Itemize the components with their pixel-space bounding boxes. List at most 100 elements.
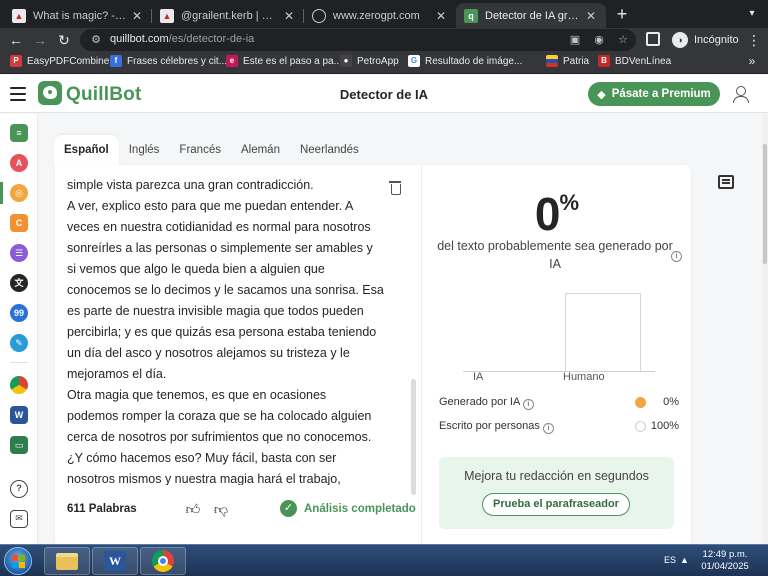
legend-human-dot: [635, 421, 646, 432]
camera-blocked-icon[interactable]: ▣: [568, 33, 582, 47]
brand-name[interactable]: QuillBot: [66, 84, 141, 106]
language-tabs: Español Inglés Francés Alemán Neerlandés: [54, 135, 369, 165]
text-editor[interactable]: simple vista parezca una gran contradicc…: [67, 175, 385, 485]
reload-icon[interactable]: ↻: [54, 30, 74, 50]
translator-icon[interactable]: 文: [10, 274, 28, 292]
browser-tab-1[interactable]: ▲ What is magic? - ¿Qué es ✕: [4, 3, 152, 28]
legend-ai-label: Generado por IA i: [439, 396, 534, 410]
explorer-taskbar-button[interactable]: [44, 547, 90, 575]
word-taskbar-button[interactable]: W: [92, 547, 138, 575]
promo-text: Mejora tu redacción en segundos: [464, 469, 649, 483]
citation-generator-icon[interactable]: 99: [10, 304, 28, 322]
editor-line: percibirla; y es que quizás esa persona …: [67, 325, 377, 339]
system-clock[interactable]: 12:49 p.m. 01/04/2025: [692, 549, 758, 573]
app-header: QuillBot Detector de IA ◆ Pásate a Premi…: [0, 75, 768, 113]
more-bookmarks-icon[interactable]: »: [744, 54, 760, 68]
detector-card: simple vista parezca una gran contradicc…: [55, 165, 691, 544]
language-indicator[interactable]: ES: [664, 555, 676, 565]
bookmark-star-icon[interactable]: ☆: [616, 33, 630, 47]
quillbot-page: QuillBot Detector de IA ◆ Pásate a Premi…: [0, 75, 768, 544]
page-scrollbar[interactable]: [762, 114, 768, 544]
ai-detector-icon[interactable]: ◎: [10, 184, 28, 202]
tab-neerlandes[interactable]: Neerlandés: [290, 135, 369, 165]
side-panel-icon[interactable]: [646, 32, 660, 46]
windows-taskbar: W ES ▲ 12:49 p.m. 01/04/2025: [0, 544, 768, 576]
desktop-app-icon[interactable]: ▭: [10, 436, 28, 454]
paraphraser-icon[interactable]: ≡: [10, 124, 28, 142]
ai-human-bar-chart: [463, 277, 655, 373]
editor-line: podemos romper la coraza que se ha coloc…: [67, 409, 372, 423]
browser-tab-strip: ▲ What is magic? - ¿Qué es ✕ ▲ @grailent…: [0, 0, 768, 28]
patria-icon: [546, 55, 558, 67]
editor-line: mejoramos el día.: [67, 367, 167, 381]
menu-icon[interactable]: [10, 87, 26, 101]
check-circle-icon: ✓: [280, 500, 297, 517]
chrome-extension-icon[interactable]: [10, 376, 28, 394]
peakd-icon: ▲: [160, 8, 174, 23]
ai-percentage-label: del texto probablemente sea generado por…: [437, 239, 673, 271]
info-icon[interactable]: i: [542, 423, 554, 434]
bookmark-4[interactable]: ● PetroApp: [340, 55, 399, 67]
start-button[interactable]: [4, 547, 32, 575]
browser-menu-icon[interactable]: ⋮: [744, 30, 764, 50]
editor-scrollbar-thumb[interactable]: [411, 379, 416, 495]
browser-tab-4[interactable]: q Detector de IA gratuito | Q ✕: [456, 3, 606, 28]
browser-toolbar: ← → ↻ ⚙ quillbot.com/es/detector-de-ia ▣…: [0, 28, 768, 52]
thumbs-up-icon[interactable]: 👍︎: [183, 499, 203, 519]
browser-tab-3[interactable]: www.zerogpt.com ✕: [304, 3, 456, 28]
quillbot-flow-icon[interactable]: ✎: [10, 334, 28, 352]
tab-frances[interactable]: Francés: [169, 135, 231, 165]
bookmark-2[interactable]: f Frases célebres y cit...: [110, 55, 227, 67]
try-paraphraser-button[interactable]: Prueba el parafraseador: [482, 493, 630, 516]
tab-ingles[interactable]: Inglés: [119, 135, 170, 165]
editor-line: ¿Y cómo hacemos eso? Muy fácil, basta co…: [67, 451, 337, 465]
editor-line: sonreírles a las personas o simplemente …: [67, 241, 373, 255]
tray-chevron-icon[interactable]: ▲: [680, 555, 689, 565]
chart-label-ia: IA: [473, 371, 484, 383]
premium-button[interactable]: ◆ Pásate a Premium: [588, 82, 720, 106]
new-tab-button[interactable]: +: [612, 5, 632, 25]
info-icon[interactable]: i: [522, 399, 534, 410]
incognito-indicator[interactable]: ◑ Incógnito: [672, 32, 739, 48]
info-icon[interactable]: i: [671, 251, 682, 262]
address-bar[interactable]: ⚙ quillbot.com/es/detector-de-ia ▣ ◉ ☆: [80, 29, 636, 51]
close-icon[interactable]: ✕: [434, 9, 448, 23]
browser-tab-2[interactable]: ▲ @grailent.kerb | PeakD ✕: [152, 3, 304, 28]
editor-line: Otra magia que tenemos, es que en ocasio…: [67, 388, 327, 402]
grammar-checker-icon[interactable]: A: [10, 154, 28, 172]
tab-search-icon[interactable]: ▾: [742, 4, 762, 24]
chart-axis: [463, 371, 655, 372]
bookmark-1[interactable]: P EasyPDFCombine: [10, 55, 109, 67]
close-icon[interactable]: ✕: [130, 9, 144, 23]
trash-icon[interactable]: [389, 181, 401, 195]
bookmark-6[interactable]: Patria: [546, 55, 589, 67]
site-info-icon[interactable]: ⚙: [89, 33, 103, 47]
bookmark-5[interactable]: G Resultado de imáge...: [408, 55, 522, 67]
close-icon[interactable]: ✕: [282, 9, 296, 23]
quillbot-logo-icon[interactable]: [38, 81, 62, 105]
mail-icon[interactable]: ✉: [10, 510, 28, 528]
site-icon: e: [226, 55, 238, 67]
help-icon[interactable]: ?: [10, 480, 28, 498]
summarizer-icon[interactable]: ☰: [10, 244, 28, 262]
thumbs-down-icon[interactable]: 👎︎: [211, 499, 231, 519]
tab-espanol[interactable]: Español: [54, 135, 119, 165]
user-account-icon[interactable]: [732, 86, 749, 103]
editor-line: veces en nuestra cotidianidad es normal …: [67, 220, 371, 234]
ai-percentage: 0%: [534, 188, 580, 240]
legend-ai-value: 0%: [663, 396, 679, 408]
feedback-chat-icon[interactable]: [718, 175, 734, 189]
legend-human-label: Escrito por personas i: [439, 420, 554, 434]
close-icon[interactable]: ✕: [584, 9, 598, 23]
chrome-taskbar-button[interactable]: [140, 547, 186, 575]
word-icon: W: [104, 551, 126, 571]
forward-icon[interactable]: →: [30, 30, 50, 50]
legend-ai-dot: [635, 397, 646, 408]
bookmark-3[interactable]: e Este es el paso a pa...: [226, 55, 342, 67]
plagiarism-checker-icon[interactable]: C: [10, 214, 28, 232]
word-addin-icon[interactable]: W: [10, 406, 28, 424]
back-icon[interactable]: ←: [6, 30, 26, 50]
bookmark-7[interactable]: B BDVenLínea: [598, 55, 671, 67]
tab-aleman[interactable]: Alemán: [231, 135, 290, 165]
eye-off-icon[interactable]: ◉: [592, 33, 606, 47]
